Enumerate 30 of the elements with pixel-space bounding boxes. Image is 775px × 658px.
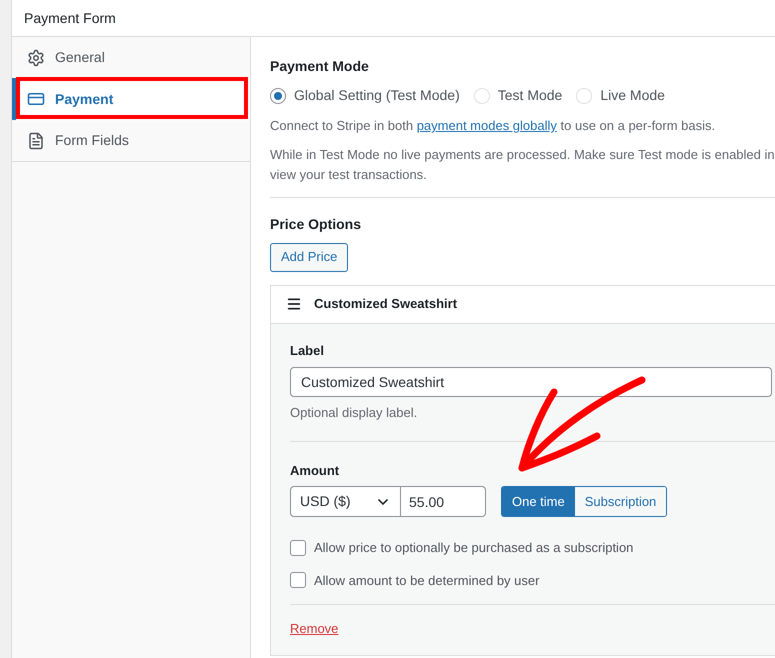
menu-icon[interactable] <box>286 296 302 312</box>
checkbox-label: Allow price to optionally be purchased as a subscription <box>314 539 634 557</box>
field-label: Amount <box>290 462 340 480</box>
field-label: Label <box>290 342 325 360</box>
label-input[interactable]: Customized Sweatshirt <box>290 367 772 397</box>
amount-input[interactable]: 55.00 <box>401 486 486 517</box>
document-icon <box>27 132 45 150</box>
settings-icon <box>27 48 45 66</box>
radio-label: Test Mode <box>498 86 562 105</box>
sidebar-item[interactable]: General <box>12 37 250 78</box>
sidebar-item[interactable]: Form Fields <box>12 120 250 161</box>
checkbox-label: Allow amount to be determined by user <box>314 572 540 590</box>
section-title: Payment Mode <box>270 57 370 76</box>
radio-label: Global Setting (Test Mode) <box>294 86 460 105</box>
settings-link[interactable]: payment modes globally <box>416 118 557 133</box>
remove-link[interactable]: Remove <box>290 619 338 638</box>
checkbox[interactable] <box>290 572 306 588</box>
currency-select[interactable]: USD ($) <box>290 486 401 517</box>
radio-label: Live Mode <box>600 86 665 105</box>
credit-card-icon <box>27 90 45 108</box>
help-text: While in Test Mode no live payments are processed. Make sure Test mode is enabled in view your test transactions. <box>270 146 775 184</box>
checkbox[interactable] <box>290 540 306 556</box>
price-title: Customized Sweatshirt <box>314 295 458 314</box>
radio-button[interactable] <box>270 88 286 104</box>
billing-type-toggle[interactable]: One time <box>502 487 575 516</box>
section-title: Price Options <box>270 214 362 234</box>
window-title: Payment Form <box>24 8 116 28</box>
help-text: Optional display label. <box>290 404 418 422</box>
add-price-button[interactable]: Add Price <box>270 242 348 272</box>
help-text: Connect to Stripe in both payment modes globally to use on a per-form basis. <box>270 117 716 135</box>
